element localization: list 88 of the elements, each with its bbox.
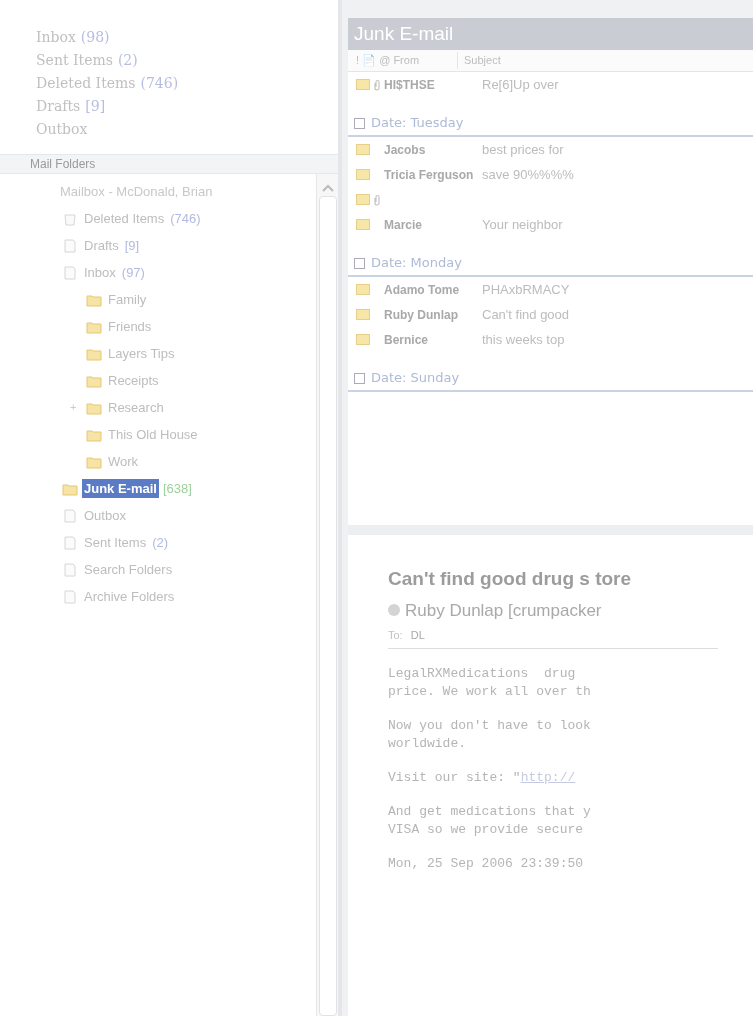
sender-name: Ruby Dunlap [crumpacker <box>405 599 602 622</box>
sender-name: Adamo Tome <box>384 281 460 299</box>
body-text: Visit our site: " <box>388 768 521 787</box>
folder-item[interactable]: Friends <box>106 316 154 337</box>
envelope-icon <box>356 309 370 320</box>
folder-link[interactable]: Drafts <box>36 96 81 118</box>
column-header[interactable]: Subject <box>458 52 501 69</box>
folder-link[interactable]: Outbox <box>36 119 88 141</box>
body-text: LegalRXMedications drug <box>388 664 576 683</box>
envelope-icon <box>356 169 370 180</box>
envelope-icon <box>356 144 370 155</box>
folder-item[interactable]: Search Folders <box>82 559 175 580</box>
body-text: And get medications that y <box>388 802 591 821</box>
body-text: Now you don't have to look <box>388 716 591 735</box>
subject-text: Re[6]Up over <box>481 75 559 94</box>
body-text: price. We work all over th <box>388 682 591 701</box>
subject-text: best prices for <box>481 140 564 159</box>
field-label: To: <box>388 628 403 643</box>
folder-item[interactable]: Outbox <box>82 505 128 526</box>
envelope-icon <box>356 334 370 345</box>
subject-text: Can't find good <box>481 305 570 324</box>
folder-item[interactable]: Inbox <box>82 262 118 283</box>
folder-link[interactable]: Inbox <box>36 27 76 49</box>
page-icon <box>62 589 78 604</box>
envelope-icon <box>356 79 370 90</box>
page-icon <box>62 265 78 280</box>
folder-icon <box>86 346 102 361</box>
folder-item[interactable]: Receipts <box>106 370 161 391</box>
subject-text: this weeks top <box>481 330 565 349</box>
bin-icon <box>62 211 78 226</box>
folder-item[interactable]: Work <box>106 451 141 472</box>
folder-item[interactable]: Sent Items <box>82 532 149 553</box>
envelope-icon <box>356 194 370 205</box>
folder-icon <box>86 373 102 388</box>
folder-icon <box>62 481 78 496</box>
folder-link[interactable]: Deleted Items <box>36 73 136 95</box>
scrollbar-thumb[interactable] <box>318 196 337 1016</box>
expand-toggle[interactable]: + <box>70 399 82 416</box>
item-count: (2) <box>152 533 169 552</box>
recipient: DL <box>410 628 425 643</box>
folder-link[interactable]: Sent Items <box>36 50 113 72</box>
page-icon <box>62 535 78 550</box>
folder-icon <box>86 319 102 334</box>
folder-item[interactable]: Drafts <box>82 235 121 256</box>
folder-item[interactable]: Family <box>106 289 149 310</box>
body-text: worldwide. <box>388 734 466 753</box>
page-icon <box>62 238 78 253</box>
folder-icon <box>86 400 102 415</box>
folder-icon <box>86 292 102 307</box>
sender-name: Bernice <box>384 331 429 349</box>
envelope-icon <box>356 284 370 295</box>
folder-item[interactable]: This Old House <box>106 424 200 445</box>
sender-name: Marcie <box>384 216 423 234</box>
folder-icon <box>86 454 102 469</box>
item-count: [638] <box>162 479 192 498</box>
folder-item[interactable]: Research <box>106 397 166 418</box>
group-header[interactable]: Date: Monday <box>371 253 462 273</box>
sender-name: Jacobs <box>384 141 426 159</box>
folder-item[interactable]: Layers Tips <box>106 343 177 364</box>
body-text: Mon, 25 Sep 2006 23:39:50 <box>388 854 584 873</box>
sender-name: HI$THSE <box>384 76 435 94</box>
folder-icon <box>86 427 102 442</box>
item-count: (2) <box>117 51 138 71</box>
scrollbar[interactable] <box>316 174 338 1016</box>
page-icon <box>62 508 78 523</box>
subject-text: save 90%%%% <box>481 165 574 184</box>
subject-text: PHAxbRMACY <box>481 280 570 299</box>
body-text: VISA so we provide secure <box>388 820 584 839</box>
folder-item[interactable]: Junk E-mail <box>82 478 159 499</box>
item-count: (746) <box>170 209 201 228</box>
item-count: [9] <box>85 97 106 117</box>
item-count: (98) <box>80 28 110 48</box>
column-header[interactable]: ! 📄 @ From <box>348 52 458 69</box>
item-count: (746) <box>140 74 179 94</box>
link[interactable]: http:// <box>520 768 576 787</box>
folder-item[interactable]: Archive Folders <box>82 586 177 607</box>
message-subject: Can't find good drug s tore <box>388 567 633 591</box>
item-count: [9] <box>124 236 140 255</box>
folders-header: Mail Folders <box>0 154 338 174</box>
sender-name: Ruby Dunlap <box>384 306 458 324</box>
folder-item[interactable]: Deleted Items <box>82 208 167 229</box>
group-header[interactable]: Date: Tuesday <box>371 113 464 133</box>
page-icon <box>62 562 78 577</box>
item-count: (97) <box>121 263 145 282</box>
envelope-icon <box>356 219 370 230</box>
sender-name: Tricia Ferguson <box>384 166 474 184</box>
subject-text: Your neighbor <box>481 215 563 234</box>
group-header[interactable]: Date: Sunday <box>371 368 460 388</box>
